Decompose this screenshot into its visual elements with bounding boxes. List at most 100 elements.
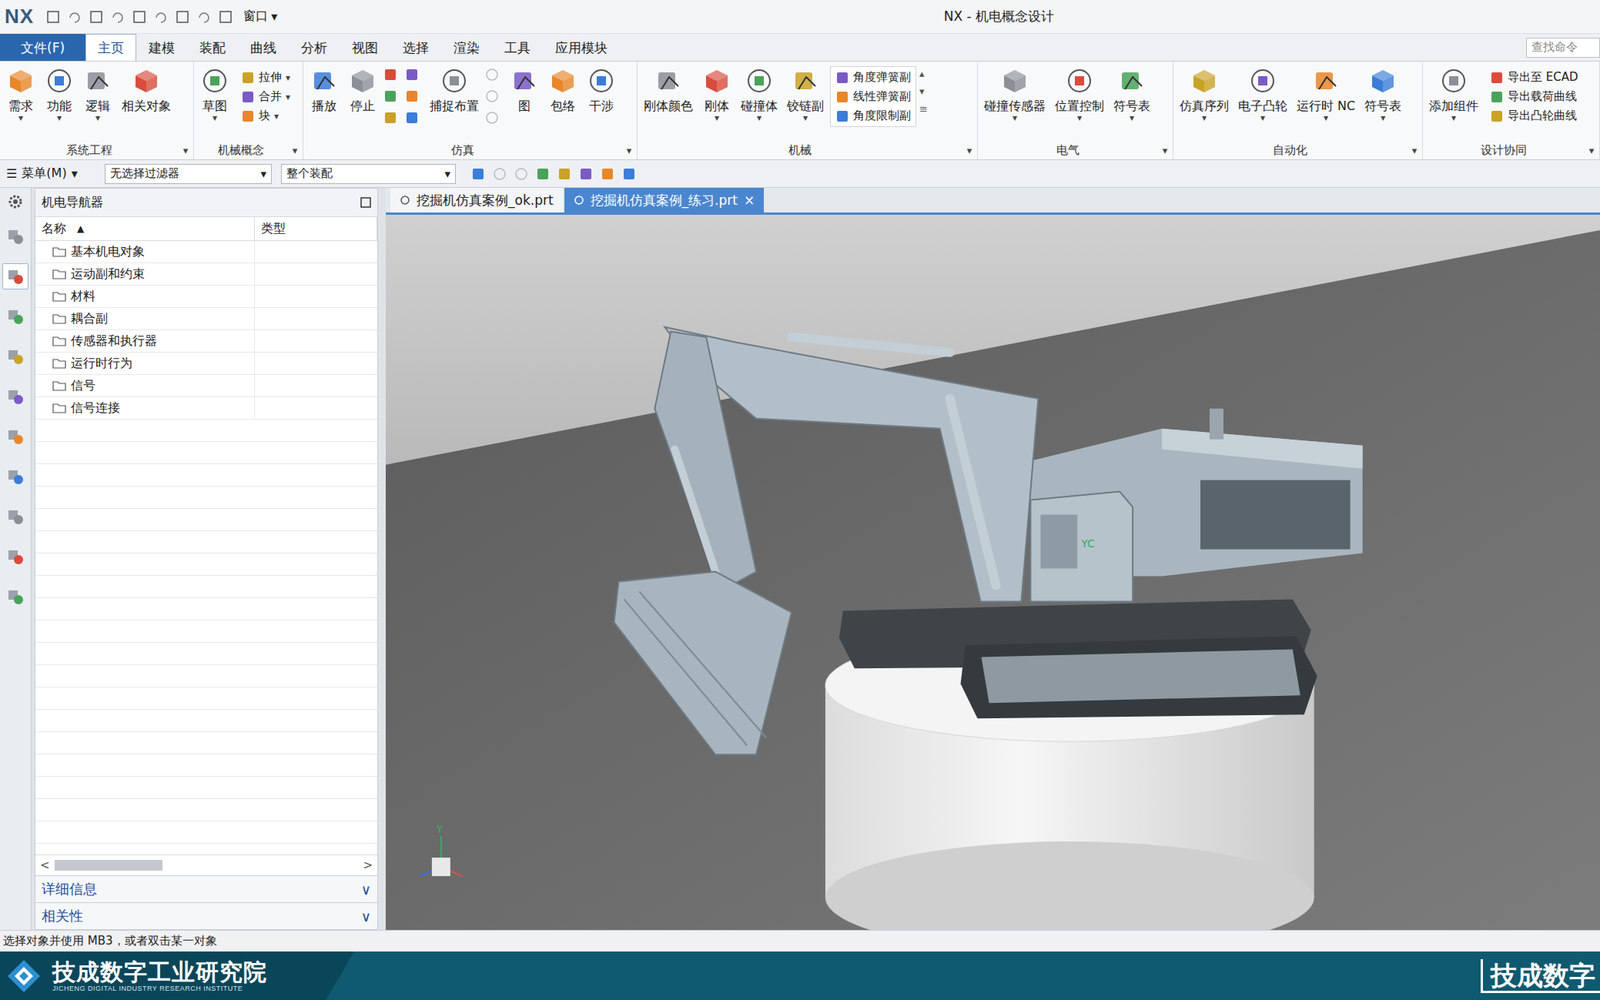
ribbon-small-button[interactable]: 块▾ bbox=[241, 108, 291, 124]
group-menu-button[interactable]: ▾ bbox=[1157, 144, 1173, 157]
ribbon-button[interactable]: 捕捉布置 bbox=[426, 66, 483, 114]
quick-access-icon[interactable] bbox=[218, 10, 233, 24]
ribbon-icon-button[interactable] bbox=[485, 89, 504, 108]
column-title[interactable]: 类型 bbox=[254, 217, 378, 241]
group-menu-button[interactable]: ▾ bbox=[1406, 144, 1423, 157]
menu-tab[interactable]: 视图 bbox=[339, 33, 391, 61]
ribbon-button[interactable]: 功能▾ bbox=[41, 66, 77, 123]
quick-access-icon[interactable] bbox=[175, 10, 190, 24]
close-tab-button[interactable]: × bbox=[743, 192, 755, 208]
selection-filter[interactable]: 无选择过滤器▾ bbox=[104, 164, 272, 185]
resource-tab[interactable] bbox=[2, 223, 29, 250]
ribbon-button[interactable]: 相关对象 bbox=[118, 66, 175, 114]
ribbon-button[interactable]: 播放 bbox=[306, 66, 342, 114]
ribbon-button[interactable]: 停止 bbox=[344, 66, 381, 114]
ribbon-button[interactable]: 位置控制▾ bbox=[1051, 66, 1108, 123]
ribbon-button[interactable]: 符号表▾ bbox=[1110, 66, 1154, 123]
menu-tab[interactable]: 曲线 bbox=[237, 33, 289, 61]
ribbon-small-button[interactable]: 角度弹簧副 bbox=[835, 70, 911, 85]
ribbon-small-button[interactable]: 线性弹簧副 bbox=[835, 89, 911, 104]
menu-tab[interactable]: 工具 bbox=[492, 33, 543, 61]
menu-tab[interactable]: 主页 bbox=[85, 33, 137, 61]
group-menu-button[interactable]: ▾ bbox=[1583, 144, 1600, 157]
resource-tab[interactable] bbox=[2, 263, 29, 290]
menu-tab[interactable]: 装配 bbox=[187, 33, 238, 61]
panel-section[interactable]: 详细信息∨ bbox=[35, 875, 378, 903]
horizontal-scrollbar[interactable]: <> bbox=[35, 854, 378, 876]
document-tab[interactable]: 挖掘机仿真案例_ok.prt bbox=[390, 187, 563, 213]
ribbon-button[interactable]: 刚体▾ bbox=[699, 66, 735, 123]
tree-row[interactable]: 运动副和约束 bbox=[35, 263, 255, 286]
ribbon-button[interactable]: 符号表▾ bbox=[1361, 66, 1405, 123]
ribbon-small-button[interactable]: 角度限制副 bbox=[835, 108, 911, 124]
ribbon-button[interactable]: 碰撞传感器▾ bbox=[980, 66, 1049, 123]
ribbon-button[interactable]: 碰撞体▾ bbox=[737, 66, 781, 123]
document-tab[interactable]: 挖掘机仿真案例_练习.prt× bbox=[564, 187, 765, 213]
ribbon-small-button[interactable]: 合并▾ bbox=[241, 89, 291, 104]
quick-access-icon[interactable] bbox=[110, 10, 125, 24]
panel-section[interactable]: 相关性∨ bbox=[35, 902, 378, 930]
maximize-icon[interactable] bbox=[360, 197, 372, 208]
ribbon-icon-button[interactable] bbox=[383, 67, 402, 87]
resource-tab[interactable] bbox=[2, 503, 29, 530]
resource-tab[interactable] bbox=[2, 543, 29, 570]
quick-access-icon[interactable] bbox=[67, 10, 82, 24]
ribbon-button[interactable]: 干涉 bbox=[583, 66, 620, 114]
tree-row[interactable]: 信号 bbox=[35, 374, 255, 398]
menu-tab[interactable]: 文件(F) bbox=[0, 33, 86, 61]
menu-tab[interactable]: 渲染 bbox=[441, 33, 493, 61]
resource-tab[interactable] bbox=[2, 383, 29, 410]
ribbon-button[interactable]: 铰链副▾ bbox=[783, 66, 827, 123]
group-menu-button[interactable]: ▾ bbox=[177, 144, 194, 157]
ribbon-button[interactable]: 包络 bbox=[545, 66, 581, 114]
tree-row[interactable]: 材料 bbox=[35, 285, 255, 308]
tree-row[interactable]: 传感器和执行器 bbox=[35, 330, 255, 353]
ribbon-small-button[interactable]: 导出凸轮曲线 bbox=[1489, 108, 1579, 124]
ribbon-small-button[interactable]: 导出至 ECAD bbox=[1489, 70, 1579, 85]
ribbon-icon-button[interactable] bbox=[405, 67, 424, 87]
group-menu-button[interactable]: ▾ bbox=[621, 144, 637, 157]
resource-tab[interactable] bbox=[2, 583, 29, 610]
menu-tab[interactable]: 分析 bbox=[288, 33, 340, 61]
quick-access-icon[interactable] bbox=[197, 10, 211, 24]
menu-tab[interactable]: 应用模块 bbox=[542, 33, 620, 61]
tree-row[interactable]: 基本机电对象 bbox=[35, 241, 255, 264]
quick-access-icon[interactable] bbox=[46, 10, 61, 24]
command-search[interactable]: 查找命令 bbox=[1526, 37, 1600, 58]
ribbon-button[interactable]: 草图▾ bbox=[197, 66, 233, 123]
group-menu-button[interactable]: ▾ bbox=[961, 144, 978, 157]
group-menu-button[interactable]: ▾ bbox=[287, 144, 303, 157]
menu-tab[interactable]: 选择 bbox=[390, 33, 442, 61]
ribbon-icon-button[interactable] bbox=[383, 110, 402, 130]
ribbon-icon-button[interactable] bbox=[485, 67, 504, 87]
ribbon-button[interactable]: 仿真序列▾ bbox=[1176, 66, 1232, 123]
ribbon-button[interactable]: 刚体颜色 bbox=[640, 66, 697, 114]
resource-tab[interactable] bbox=[2, 303, 29, 330]
quick-access-icon[interactable] bbox=[153, 10, 168, 24]
window-menu[interactable]: 窗口▾ bbox=[240, 6, 281, 27]
tree-row[interactable]: 运行时行为 bbox=[35, 352, 255, 375]
main-menu[interactable]: ☰菜单(M)▾ bbox=[6, 165, 96, 182]
ribbon-icon-button[interactable] bbox=[383, 89, 402, 108]
menu-tab[interactable]: 建模 bbox=[136, 33, 188, 61]
column-title[interactable]: 名称▲ bbox=[35, 217, 255, 241]
ribbon-button[interactable]: 图 bbox=[506, 66, 543, 114]
resource-tab[interactable] bbox=[2, 343, 29, 370]
selection-scope[interactable]: 整个装配▾ bbox=[281, 164, 456, 185]
ribbon-icon-button[interactable] bbox=[485, 110, 504, 130]
gear-icon[interactable] bbox=[7, 194, 24, 210]
quick-access-icon[interactable] bbox=[89, 10, 104, 24]
ribbon-button[interactable]: 运行时 NC▾ bbox=[1293, 66, 1359, 123]
quick-access-icon[interactable] bbox=[132, 10, 147, 24]
gallery-scroll[interactable]: ▴▾≡ bbox=[919, 66, 928, 115]
resource-tab[interactable] bbox=[2, 423, 29, 450]
ribbon-icon-button[interactable] bbox=[405, 110, 424, 130]
tree-row[interactable]: 信号连接 bbox=[35, 397, 255, 420]
ribbon-button[interactable]: 电子凸轮▾ bbox=[1235, 66, 1291, 123]
ribbon-button[interactable]: 逻辑▾ bbox=[80, 66, 116, 123]
ribbon-button[interactable]: 需求▾ bbox=[3, 66, 39, 123]
tree-row[interactable]: 耦合副 bbox=[35, 307, 255, 331]
ribbon-small-button[interactable]: 拉伸▾ bbox=[241, 70, 291, 85]
ribbon-small-button[interactable]: 导出载荷曲线 bbox=[1489, 89, 1579, 104]
ribbon-icon-button[interactable] bbox=[405, 89, 424, 108]
